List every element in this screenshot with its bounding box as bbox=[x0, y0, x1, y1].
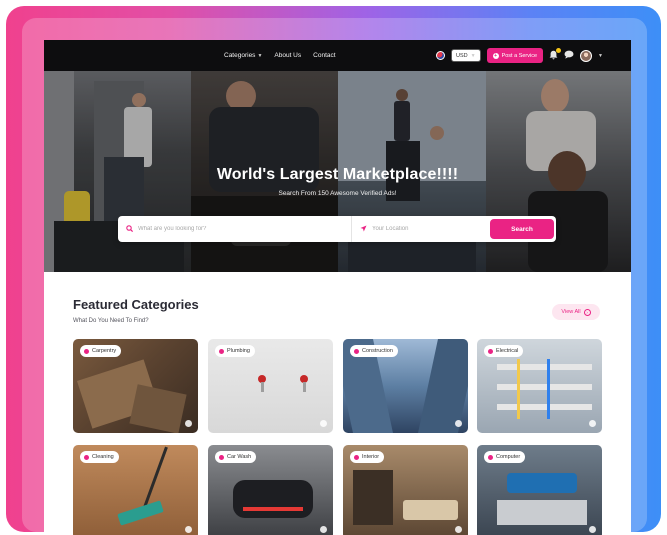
view-all-label: View All bbox=[561, 309, 581, 315]
category-tag: Car Wash bbox=[215, 451, 257, 463]
flag-icon[interactable] bbox=[436, 51, 445, 60]
category-card-computer[interactable]: Computer bbox=[477, 445, 602, 535]
keyword-search-field[interactable] bbox=[118, 216, 352, 242]
card-corner-icon bbox=[589, 420, 596, 427]
tag-dot bbox=[84, 454, 89, 460]
nav-link-contact[interactable]: Contact bbox=[313, 52, 335, 59]
currency-label: USD bbox=[456, 52, 468, 59]
chat-icon[interactable] bbox=[564, 50, 574, 61]
nav-link-label: Categories bbox=[224, 52, 256, 59]
card-corner-icon bbox=[185, 420, 192, 427]
category-tag: Cleaning bbox=[80, 451, 119, 463]
post-service-label: Post a Service bbox=[501, 52, 538, 59]
category-label: Carpentry bbox=[92, 348, 117, 354]
currency-select[interactable]: USD ▼ bbox=[451, 49, 481, 62]
tag-dot bbox=[219, 348, 224, 354]
search-button[interactable]: Search bbox=[490, 219, 554, 239]
category-label: Car Wash bbox=[227, 454, 252, 460]
card-corner-icon bbox=[185, 526, 192, 533]
top-navbar: Categories ▼ About Us Contact USD ▼ + Po… bbox=[44, 40, 631, 71]
tag-dot bbox=[354, 454, 359, 460]
section-title: Featured Categories bbox=[73, 297, 199, 312]
tag-dot bbox=[488, 454, 493, 460]
section-subtitle: What Do You Need To Find? bbox=[73, 318, 149, 324]
card-corner-icon bbox=[455, 526, 462, 533]
category-tag: Electrical bbox=[484, 345, 524, 357]
hero-subtitle: Search From 150 Awesome Verified Ads! bbox=[278, 190, 397, 197]
tag-dot bbox=[488, 348, 493, 354]
nav-link-about[interactable]: About Us bbox=[274, 52, 301, 59]
card-corner-icon bbox=[320, 420, 327, 427]
category-card-electrical[interactable]: Electrical bbox=[477, 339, 602, 433]
tag-dot bbox=[84, 348, 89, 354]
location-input[interactable] bbox=[372, 226, 472, 232]
chevron-down-icon: ▼ bbox=[257, 52, 263, 59]
avatar[interactable] bbox=[580, 49, 593, 62]
category-label: Interior bbox=[362, 454, 380, 460]
category-tag: Construction bbox=[350, 345, 398, 357]
view-all-button[interactable]: View All › bbox=[552, 304, 600, 320]
location-arrow-icon bbox=[360, 225, 367, 234]
bell-icon[interactable] bbox=[549, 47, 562, 62]
category-label: Computer bbox=[496, 454, 521, 460]
category-card-construction[interactable]: Construction bbox=[343, 339, 468, 433]
category-tag: Carpentry bbox=[80, 345, 122, 357]
search-input[interactable] bbox=[138, 226, 318, 232]
category-label: Cleaning bbox=[92, 454, 114, 460]
hero-banner: World's Largest Marketplace!!!! Search F… bbox=[44, 71, 631, 272]
location-field[interactable] bbox=[352, 216, 488, 242]
notification-dot bbox=[556, 47, 562, 53]
nav-actions: USD ▼ + Post a Service ▼ bbox=[436, 40, 603, 71]
category-tag: Computer bbox=[484, 451, 526, 463]
category-label: Electrical bbox=[496, 348, 519, 354]
category-card-interior[interactable]: Interior bbox=[343, 445, 468, 535]
category-label: Plumbing bbox=[227, 348, 250, 354]
card-corner-icon bbox=[455, 420, 462, 427]
chevron-down-icon: ▼ bbox=[470, 52, 476, 59]
chevron-down-icon[interactable]: ▼ bbox=[598, 53, 603, 59]
category-card-carpentry[interactable]: Carpentry bbox=[73, 339, 198, 433]
category-label: Construction bbox=[362, 348, 393, 354]
nav-link-label: About Us bbox=[274, 52, 302, 59]
card-corner-icon bbox=[589, 526, 596, 533]
card-corner-icon bbox=[320, 526, 327, 533]
category-card-cleaning[interactable]: Cleaning bbox=[73, 445, 198, 535]
search-icon bbox=[126, 224, 134, 234]
plus-icon: + bbox=[492, 52, 499, 59]
hero-title: World's Largest Marketplace!!!! bbox=[216, 166, 459, 183]
tag-dot bbox=[219, 454, 224, 460]
category-card-car-wash[interactable]: Car Wash bbox=[208, 445, 333, 535]
category-card-plumbing[interactable]: Plumbing bbox=[208, 339, 333, 433]
browser-page: Categories ▼ About Us Contact USD ▼ + Po… bbox=[44, 40, 631, 535]
category-tag: Plumbing bbox=[215, 345, 255, 357]
nav-link-label: Contact bbox=[313, 52, 336, 59]
arrow-right-icon: › bbox=[583, 308, 591, 316]
tag-dot bbox=[354, 348, 359, 354]
post-service-button[interactable]: + Post a Service bbox=[486, 48, 544, 63]
category-tag: Interior bbox=[350, 451, 385, 463]
nav-links: Categories ▼ About Us Contact bbox=[224, 40, 336, 71]
nav-link-categories[interactable]: Categories ▼ bbox=[224, 52, 262, 59]
search-bar: Search bbox=[118, 216, 556, 242]
